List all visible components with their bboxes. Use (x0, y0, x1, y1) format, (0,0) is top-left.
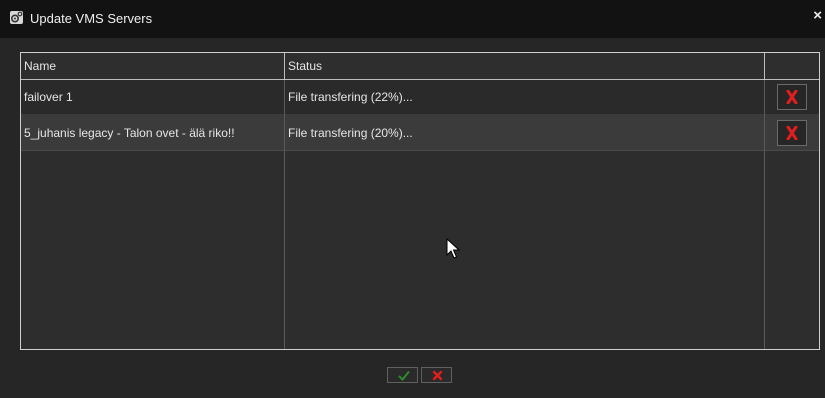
transfer-status: File transfering (22%)... (288, 90, 413, 104)
cancel-button[interactable] (421, 367, 452, 383)
red-x-remove-icon (786, 90, 798, 104)
column-header-name[interactable]: Name (21, 53, 284, 79)
column-divider (284, 53, 285, 80)
server-name: failover 1 (24, 90, 73, 104)
table-row[interactable]: failover 1 File transfering (22%)... (21, 80, 819, 115)
servers-table: Name Status failover 1 File transfering … (20, 52, 820, 350)
column-header-action (765, 53, 819, 79)
dialog-buttons (387, 367, 452, 383)
transfer-status: File transfering (20%)... (288, 125, 413, 140)
table-header: Name Status (21, 53, 819, 80)
server-name: 5_juhanis legacy - Talon ovet - älä riko… (24, 125, 235, 140)
green-check-icon (398, 370, 410, 381)
red-x-icon (432, 370, 443, 381)
table-row[interactable]: 5_juhanis legacy - Talon ovet - älä riko… (21, 115, 819, 151)
mouse-cursor-icon (446, 238, 460, 259)
remove-cell (765, 115, 819, 150)
red-x-remove-icon (786, 125, 798, 140)
remove-server-button[interactable] (777, 84, 807, 110)
column-divider (284, 80, 285, 349)
title-bar: Update VMS Servers × (0, 0, 825, 38)
window-title: Update VMS Servers (30, 11, 153, 26)
column-divider (764, 53, 765, 80)
settings-gears-icon (10, 11, 23, 24)
column-divider (764, 80, 765, 349)
remove-cell (765, 80, 819, 114)
close-icon[interactable]: × (813, 8, 822, 23)
column-header-status[interactable]: Status (285, 53, 764, 79)
remove-server-button[interactable] (777, 119, 807, 146)
ok-button[interactable] (387, 367, 418, 383)
